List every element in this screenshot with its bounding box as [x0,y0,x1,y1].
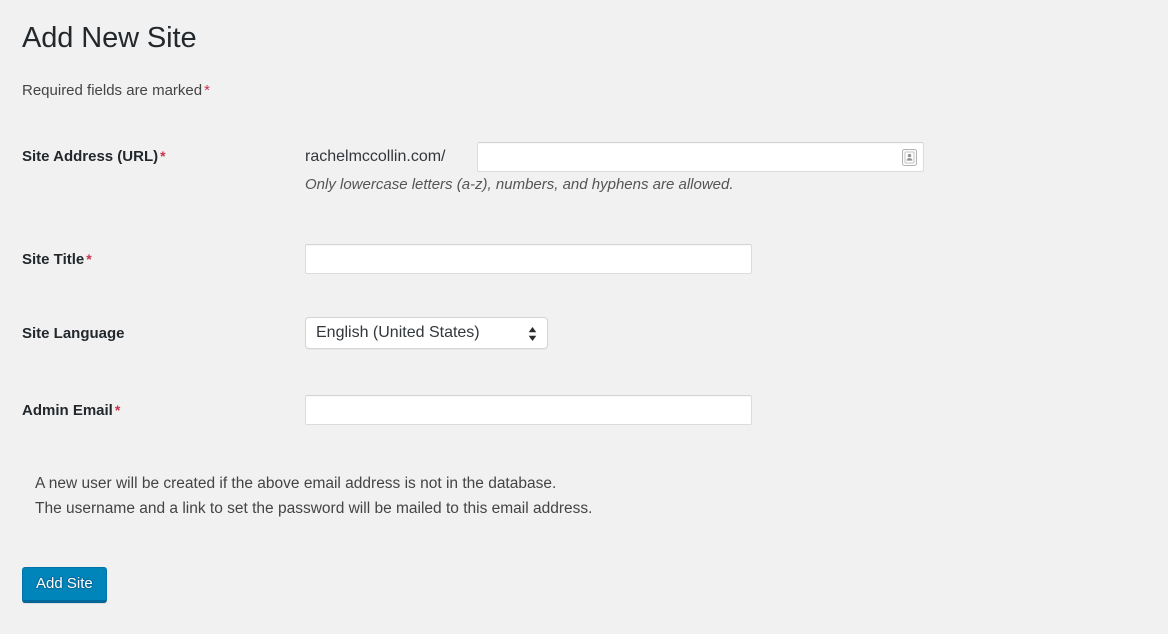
required-fields-note: Required fields are marked* [22,80,210,101]
required-fields-note-text: Required fields are marked [22,82,202,99]
label-site-language-text: Site Language [22,325,125,342]
site-address-required-asterisk: * [158,148,165,164]
label-site-title-text: Site Title [22,251,84,268]
site-address-domain-prefix: rachelmccollin.com/ [305,142,445,172]
site-address-input-wrapper [477,142,924,172]
site-language-select[interactable]: English (United States) [305,317,548,349]
admin-email-input[interactable] [305,395,752,425]
site-language-select-wrapper: English (United States) [305,317,548,354]
label-admin-email: Admin Email* [22,402,120,419]
site-language-selected-value: English (United States) [316,324,480,341]
admin-email-info-line-2: The username and a link to set the passw… [35,496,592,521]
site-address-input[interactable] [477,142,924,172]
label-site-language: Site Language [22,325,125,342]
admin-email-input-wrapper [305,395,752,425]
autofill-card-icon[interactable] [902,149,917,166]
admin-email-required-asterisk: * [113,402,120,418]
required-legend-asterisk: * [202,82,210,99]
label-admin-email-text: Admin Email [22,402,113,419]
page-title: Add New Site [22,20,197,58]
admin-email-info-line-1: A new user will be created if the above … [35,471,592,496]
admin-email-info: A new user will be created if the above … [35,471,592,521]
site-title-input-wrapper [305,244,752,274]
label-site-address: Site Address (URL)* [22,148,166,165]
site-title-required-asterisk: * [84,251,91,267]
site-address-hint: Only lowercase letters (a-z), numbers, a… [305,176,734,193]
site-title-input[interactable] [305,244,752,274]
add-site-button[interactable]: Add Site [22,567,107,603]
label-site-address-text: Site Address (URL) [22,148,158,165]
add-new-site-page: Add New Site Required fields are marked*… [0,0,1168,634]
label-site-title: Site Title* [22,251,92,268]
select-updown-arrows-icon [527,324,538,342]
